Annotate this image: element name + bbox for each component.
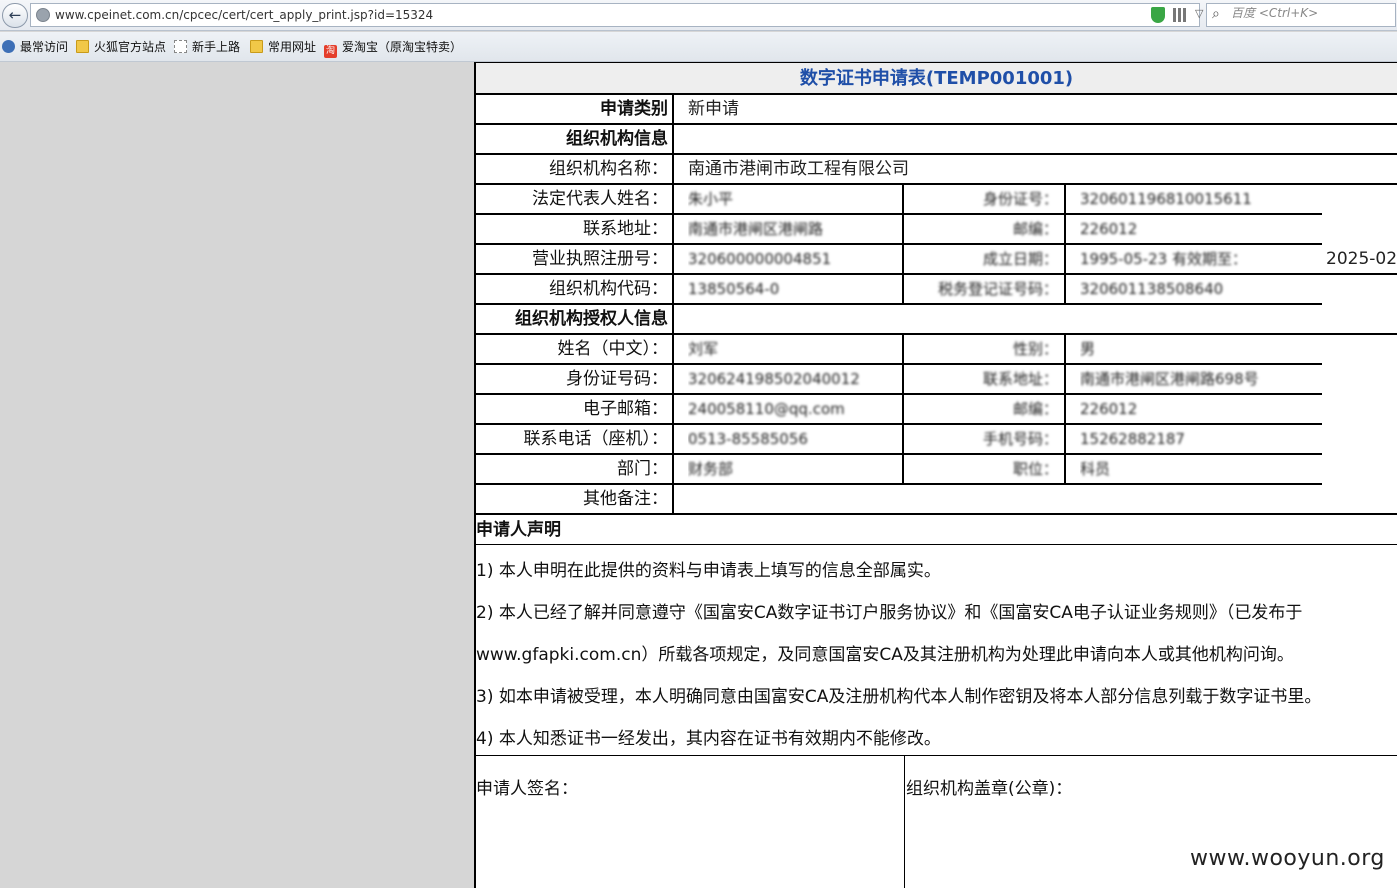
- position-value: 科员: [1080, 460, 1111, 478]
- legal-rep-label: 法定代表人姓名：: [476, 185, 674, 213]
- declaration-line-2b: www.gfapki.com.cn）所载各项规定，及同意国富安CA及其注册机构为…: [476, 645, 1294, 665]
- auth-zip-label: 邮编：: [1012, 400, 1058, 418]
- legal-rep-id-value: 320601196810015611: [1080, 190, 1252, 208]
- address-value: 南通市港闸区港闸路: [688, 220, 824, 238]
- license-expiry-value: 2025-02-05: [1326, 249, 1397, 269]
- auth-email-label: 电子邮箱：: [476, 395, 674, 423]
- mobile-label: 手机号码：: [982, 430, 1058, 448]
- mobile-value: 15262882187: [1080, 430, 1185, 448]
- row-org-code: 组织机构代码： 13850564-0 税务登记证号码： 320601138508…: [476, 275, 1397, 305]
- bookmark-aitaobao[interactable]: 淘爱淘宝（原淘宝特卖）: [324, 38, 462, 58]
- search-input[interactable]: [1231, 6, 1391, 20]
- folder-icon: [76, 40, 89, 53]
- auth-email-value: 240058110@qq.com: [688, 400, 845, 418]
- declaration-line-2a: 2) 本人已经了解并同意遵守《国富安CA数字证书订户服务协议》和《国富安CA电子…: [476, 603, 1303, 623]
- auth-phone-value: 0513-85585056: [688, 430, 808, 448]
- org-name-value: 南通市港闸市政工程有限公司: [688, 159, 909, 179]
- declaration-line-1: 1) 本人申明在此提供的资料与申请表上填写的信息全部属实。: [476, 561, 941, 581]
- url-text[interactable]: www.cpeinet.com.cn/cpcec/cert/cert_apply…: [55, 8, 433, 22]
- address-zip-label: 邮编：: [1012, 220, 1058, 238]
- row-auth-phone: 联系电话（座机）： 0513-85585056 手机号码： 1526288218…: [476, 425, 1397, 455]
- bookmark-firefox-site[interactable]: 火狐官方站点: [76, 38, 166, 56]
- applicant-signature-label: 申请人签名：: [476, 779, 578, 799]
- search-box[interactable]: ⌕: [1206, 3, 1396, 27]
- gender-value: 男: [1080, 340, 1096, 358]
- dept-value: 财务部: [688, 460, 734, 478]
- org-section-heading: 组织机构信息: [476, 125, 674, 153]
- auth-id-label: 身份证号码：: [476, 365, 674, 393]
- license-date-value: 1995-05-23 有效期至：: [1080, 250, 1247, 268]
- dept-label: 部门：: [476, 455, 674, 483]
- back-button[interactable]: ←: [2, 3, 28, 28]
- row-auth-email: 电子邮箱： 240058110@qq.com 邮编： 226012: [476, 395, 1397, 425]
- bookmark-common-sites[interactable]: 常用网址: [250, 38, 316, 56]
- license-date-label: 成立日期：: [982, 250, 1058, 268]
- row-apply-type: 申请类别 新申请: [476, 95, 1397, 125]
- auth-id-value: 320624198502040012: [688, 370, 860, 388]
- auth-address-value: 南通市港闸区港闸路698号: [1080, 370, 1259, 388]
- address-zip-value: 226012: [1080, 220, 1138, 238]
- bookmarks-toolbar: 最常访问 火狐官方站点 新手上路 常用网址 淘爱淘宝（原淘宝特卖）: [0, 32, 1397, 62]
- auth-name-label: 姓名（中文）：: [476, 335, 674, 363]
- row-auth-dept: 部门： 财务部 职位： 科员: [476, 455, 1397, 485]
- search-icon[interactable]: ⌕: [1212, 6, 1220, 22]
- org-seal-label: 组织机构盖章(公章)：: [906, 779, 1073, 799]
- row-auth-id: 身份证号码： 320624198502040012 联系地址： 南通市港闸区港闸…: [476, 365, 1397, 395]
- legal-rep-value: 朱小平: [688, 190, 734, 208]
- declaration-line-3: 3) 如本申请被受理，本人明确同意由国富安CA及注册机构代本人制作密钥及将本人部…: [476, 687, 1322, 707]
- bookmark-getting-started[interactable]: 新手上路: [174, 38, 240, 56]
- folder-icon: [250, 40, 263, 53]
- row-org-name: 组织机构名称： 南通市港闸市政工程有限公司: [476, 155, 1397, 185]
- page-icon: [174, 40, 187, 53]
- address-bar[interactable]: www.cpeinet.com.cn/cpcec/cert/cert_apply…: [30, 3, 1224, 27]
- legal-rep-id-label: 身份证号：: [982, 190, 1058, 208]
- address-label: 联系地址：: [476, 215, 674, 243]
- org-code-value: 13850564-0: [688, 280, 780, 298]
- globe-icon: [36, 8, 50, 22]
- dropdown-arrow-icon[interactable]: ▽: [1195, 7, 1203, 20]
- form-title: 数字证书申请表(TEMP001001): [476, 63, 1397, 95]
- gender-label: 性别：: [1012, 340, 1058, 358]
- apply-type-label: 申请类别: [476, 95, 674, 123]
- qr-code-icon[interactable]: [1173, 8, 1187, 22]
- taobao-icon: 淘: [324, 45, 337, 58]
- shield-icon[interactable]: [1151, 7, 1165, 23]
- declaration-line-4: 4) 本人知悉证书一经发出，其内容在证书有效期内不能修改。: [476, 729, 941, 749]
- row-legal-rep: 法定代表人姓名： 朱小平 身份证号： 320601196810015611: [476, 185, 1397, 215]
- bookmark-most-visited[interactable]: 最常访问: [2, 38, 68, 56]
- apply-type-value: 新申请: [688, 99, 739, 119]
- certificate-application-form: 数字证书申请表(TEMP001001) 申请类别 新申请 组织机构信息 组织机构…: [474, 62, 1397, 888]
- declaration-heading: 申请人声明: [476, 515, 1397, 545]
- org-code-label: 组织机构代码：: [476, 275, 674, 303]
- row-auth-name: 姓名（中文）： 刘军 性别： 男: [476, 335, 1397, 365]
- position-label: 职位：: [1012, 460, 1058, 478]
- auth-section-heading: 组织机构授权人信息: [476, 305, 674, 333]
- license-value: 320600000004851: [688, 250, 832, 268]
- row-org-section: 组织机构信息: [476, 125, 1397, 155]
- row-license: 营业执照注册号： 320600000004851 成立日期： 1995-05-2…: [476, 245, 1397, 275]
- remarks-label: 其他备注：: [476, 485, 674, 513]
- auth-address-label: 联系地址：: [982, 370, 1058, 388]
- row-auth-section: 组织机构授权人信息: [476, 305, 1397, 335]
- auth-name-value: 刘军: [688, 340, 719, 358]
- most-visited-icon: [2, 40, 15, 53]
- org-name-label: 组织机构名称：: [476, 155, 674, 183]
- navigation-toolbar: ← www.cpeinet.com.cn/cpcec/cert/cert_app…: [0, 0, 1397, 31]
- row-address: 联系地址： 南通市港闸区港闸路 邮编： 226012: [476, 215, 1397, 245]
- license-label: 营业执照注册号：: [476, 245, 674, 273]
- auth-phone-label: 联系电话（座机）：: [476, 425, 674, 453]
- tax-reg-value: 320601138508640: [1080, 280, 1224, 298]
- row-remarks: 其他备注：: [476, 485, 1397, 515]
- watermark: www.wooyun.org: [1190, 846, 1385, 871]
- auth-zip-value: 226012: [1080, 400, 1138, 418]
- tax-reg-label: 税务登记证号码：: [937, 280, 1058, 298]
